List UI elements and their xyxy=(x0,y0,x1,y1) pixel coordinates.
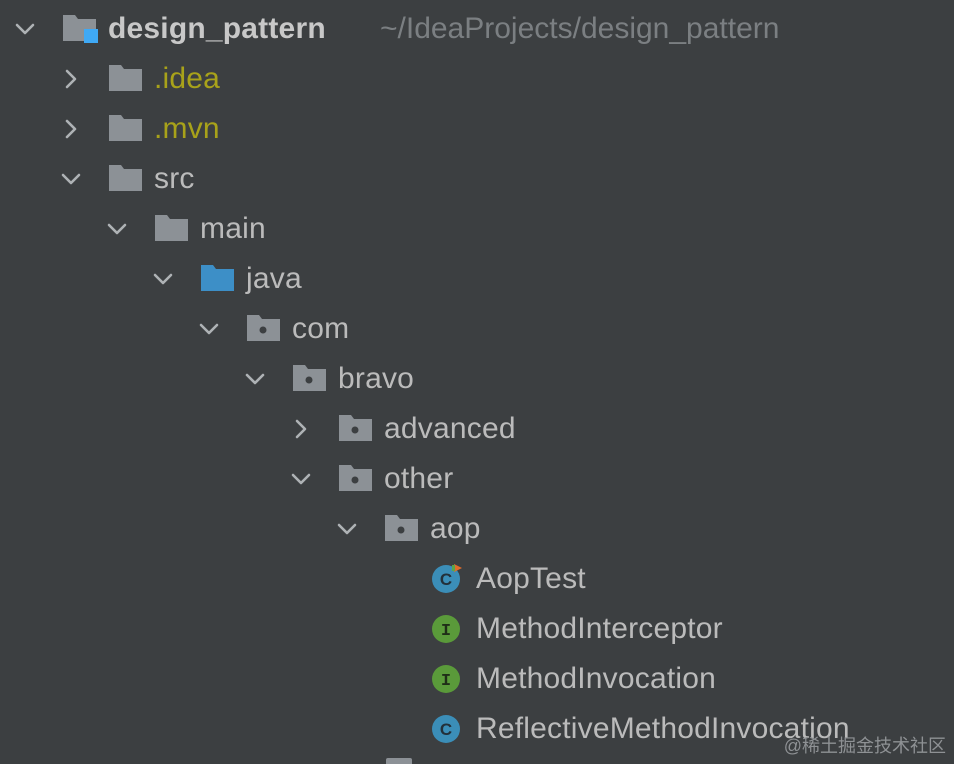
watermark: @稀土掘金技术社区 xyxy=(783,736,946,756)
svg-text:C: C xyxy=(440,570,452,589)
chevron-down-icon[interactable] xyxy=(60,168,82,190)
tree-row-file[interactable]: I MethodInterceptor xyxy=(0,604,954,654)
tree-item-label: advanced xyxy=(384,412,516,445)
package-icon xyxy=(384,512,420,544)
folder-icon xyxy=(386,758,412,764)
tree-item-label: MethodInvocation xyxy=(476,662,717,695)
chevron-right-icon[interactable] xyxy=(60,68,82,90)
java-class-runnable-icon: C xyxy=(428,562,464,594)
chevron-down-icon[interactable] xyxy=(14,18,36,40)
tree-item-label: bravo xyxy=(338,362,415,395)
tree-row-other[interactable]: other xyxy=(0,454,954,504)
tree-item-label: java xyxy=(246,262,302,295)
project-path: ~/IdeaProjects/design_pattern xyxy=(380,12,780,45)
chevron-down-icon[interactable] xyxy=(244,368,266,390)
package-icon xyxy=(246,312,282,344)
tree-row-bravo[interactable]: bravo xyxy=(0,354,954,404)
tree-item-label: aop xyxy=(430,512,481,545)
tree-row-src[interactable]: src xyxy=(0,154,954,204)
tree-row-file[interactable]: C AopTest xyxy=(0,554,954,604)
folder-icon xyxy=(108,112,144,144)
java-interface-icon: I xyxy=(428,612,464,644)
tree-row-advanced[interactable]: advanced xyxy=(0,404,954,454)
package-icon xyxy=(338,462,374,494)
chevron-down-icon[interactable] xyxy=(198,318,220,340)
package-icon xyxy=(338,412,374,444)
java-interface-icon: I xyxy=(428,662,464,694)
tree-row-main[interactable]: main xyxy=(0,204,954,254)
tree-row-mvn[interactable]: .mvn xyxy=(0,104,954,154)
module-folder-icon xyxy=(62,12,98,44)
tree-item-label: main xyxy=(200,212,266,245)
tree-row-aop[interactable]: aop xyxy=(0,504,954,554)
folder-icon xyxy=(154,212,190,244)
chevron-right-icon[interactable] xyxy=(290,418,312,440)
tree-item-label: com xyxy=(292,312,350,345)
java-class-icon: C xyxy=(428,712,464,744)
tree-row-java[interactable]: java xyxy=(0,254,954,304)
package-icon xyxy=(292,362,328,394)
tree-row-file[interactable]: I MethodInvocation xyxy=(0,654,954,704)
folder-icon xyxy=(108,62,144,94)
chevron-right-icon[interactable] xyxy=(60,118,82,140)
chevron-down-icon[interactable] xyxy=(336,518,358,540)
tree-item-label: src xyxy=(154,162,195,195)
svg-text:I: I xyxy=(441,622,451,641)
tree-item-label: other xyxy=(384,462,454,495)
tree-item-label: MethodInterceptor xyxy=(476,612,723,645)
tree-row-idea[interactable]: .idea xyxy=(0,54,954,104)
tree-item-label: AopTest xyxy=(476,562,586,595)
tree-item-label: .mvn xyxy=(154,112,220,145)
chevron-down-icon[interactable] xyxy=(290,468,312,490)
folder-icon xyxy=(108,162,144,194)
svg-text:I: I xyxy=(441,672,451,691)
project-name: design_pattern xyxy=(108,12,326,45)
tree-row-project-root[interactable]: design_pattern ~/IdeaProjects/design_pat… xyxy=(0,4,954,54)
chevron-down-icon[interactable] xyxy=(106,218,128,240)
tree-item-label: .idea xyxy=(154,62,221,95)
tree-row-com[interactable]: com xyxy=(0,304,954,354)
svg-text:C: C xyxy=(440,720,452,739)
chevron-down-icon[interactable] xyxy=(152,268,174,290)
project-tree: design_pattern ~/IdeaProjects/design_pat… xyxy=(0,0,954,764)
source-folder-icon xyxy=(200,262,236,294)
